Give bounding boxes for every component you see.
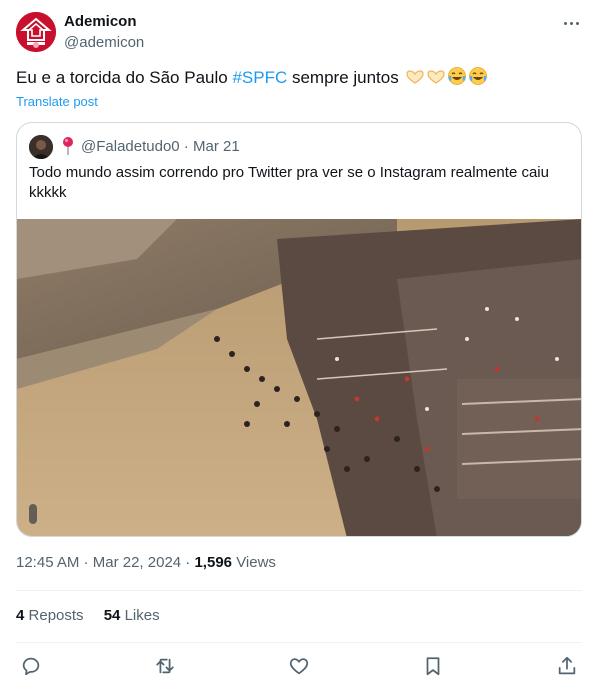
tears-of-joy-icon bbox=[469, 67, 488, 85]
ademicon-logo-icon bbox=[16, 12, 56, 52]
hashtag-link[interactable]: #SPFC bbox=[232, 68, 287, 87]
tweet-header: Ademicon @ademicon bbox=[16, 12, 582, 54]
like-button[interactable] bbox=[286, 653, 312, 679]
divider bbox=[16, 590, 582, 591]
handshake-heart-icon bbox=[406, 70, 425, 84]
bookmark-icon bbox=[426, 657, 440, 676]
translate-post-link[interactable]: Translate post bbox=[16, 93, 98, 111]
quoted-date[interactable]: Mar 21 bbox=[193, 138, 240, 155]
reposts-stat[interactable]: 4 Reposts bbox=[16, 607, 84, 624]
author-handle[interactable]: @ademicon bbox=[64, 33, 144, 53]
divider bbox=[16, 642, 582, 643]
engagement-stats: 4 Reposts 54 Likes bbox=[16, 606, 176, 626]
like-icon bbox=[289, 658, 309, 675]
likes-count: 54 bbox=[103, 607, 121, 624]
crowd-running-video-frame bbox=[17, 219, 581, 536]
reply-icon bbox=[22, 657, 40, 676]
quoted-handle-line: @Faladetudo0 · Mar 21 bbox=[81, 138, 240, 155]
more-options-icon[interactable] bbox=[560, 14, 582, 32]
quoted-tweet[interactable]: @Faladetudo0 · Mar 21 Todo mundo assim c… bbox=[16, 122, 582, 537]
share-button[interactable] bbox=[554, 653, 580, 679]
views-label: Views bbox=[236, 554, 276, 571]
tweet-text-after: sempre juntos bbox=[287, 68, 399, 87]
views-count: 1,596 bbox=[194, 554, 233, 571]
tweet-text-before: Eu e a torcida do São Paulo bbox=[16, 68, 233, 87]
tweet-text: Eu e a torcida do São Paulo #SPFC sempre… bbox=[16, 66, 582, 90]
bookmark-button[interactable] bbox=[420, 653, 446, 679]
quoted-text: Todo mundo assim correndo pro Twitter pr… bbox=[29, 164, 549, 201]
share-icon bbox=[558, 656, 576, 675]
quoted-video[interactable] bbox=[17, 219, 581, 536]
tweet-date[interactable]: Mar 22, 2024 bbox=[93, 554, 181, 571]
quoted-handle[interactable]: @Faladetudo0 bbox=[81, 138, 180, 155]
repost-button[interactable] bbox=[152, 653, 178, 679]
tweet-time[interactable]: 12:45 AM bbox=[16, 554, 79, 571]
pin-icon bbox=[63, 137, 73, 155]
avatar[interactable] bbox=[16, 12, 56, 52]
reply-button[interactable] bbox=[18, 653, 44, 679]
reposts-label: Reposts bbox=[28, 607, 84, 624]
action-bar bbox=[16, 653, 582, 679]
tweet-meta: 12:45 AM · Mar 22, 2024 · 1,596 Views bbox=[16, 554, 276, 571]
handshake-heart-icon bbox=[427, 70, 446, 84]
reposts-count: 4 bbox=[16, 607, 25, 624]
tears-of-joy-icon bbox=[448, 67, 467, 85]
person-icon bbox=[29, 135, 53, 159]
author-name[interactable]: Ademicon bbox=[64, 13, 137, 31]
likes-label: Likes bbox=[124, 607, 160, 624]
quoted-avatar[interactable] bbox=[29, 135, 53, 159]
likes-stat[interactable]: 54 Likes bbox=[104, 607, 160, 624]
repost-icon bbox=[156, 658, 174, 674]
